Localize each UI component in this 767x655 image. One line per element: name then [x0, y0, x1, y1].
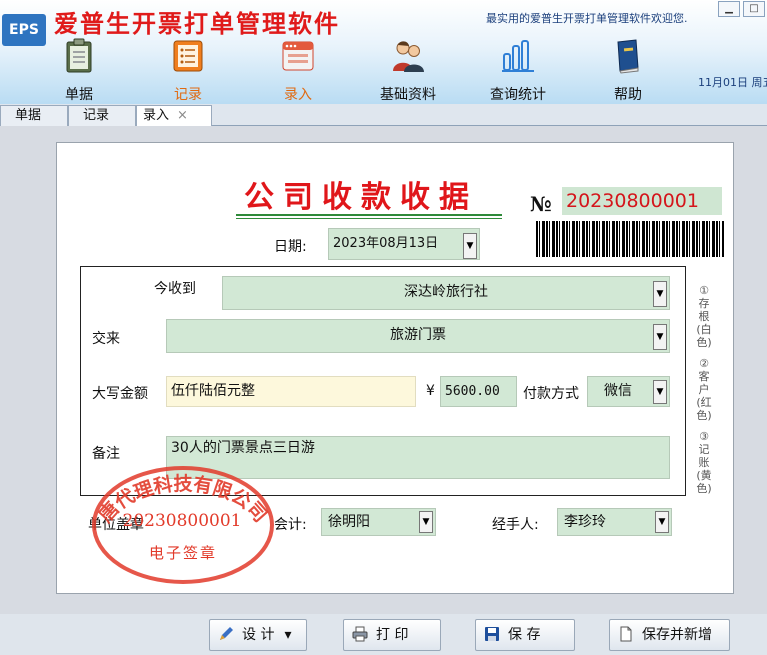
- record-list-icon: [173, 40, 203, 72]
- printer-icon: [352, 626, 368, 642]
- app-title: 爱普生开票打单管理软件: [54, 9, 340, 38]
- payer-label: 今收到: [154, 281, 196, 297]
- tab-label: 记录: [83, 108, 110, 123]
- chevron-down-icon[interactable]: ▼: [653, 281, 667, 307]
- toolbar-button-basic-data[interactable]: 基础资料: [373, 38, 443, 104]
- window-controls: ▁ □: [718, 0, 767, 18]
- toolbar-label: 基础资料: [380, 87, 436, 103]
- print-label: 打 印: [376, 627, 409, 643]
- handler-label: 经手人:: [492, 517, 539, 533]
- design-label: 设 计: [242, 627, 275, 643]
- amount-words-label: 大写金额: [92, 386, 148, 402]
- toolbar-button-help[interactable]: 帮助: [593, 38, 663, 104]
- floppy-disk-icon: [485, 627, 499, 641]
- tab-label: 录入: [143, 108, 170, 123]
- chevron-down-icon[interactable]: ▼: [655, 511, 669, 533]
- tab-label: 单据: [15, 108, 42, 123]
- chevron-down-icon[interactable]: ▼: [653, 324, 667, 350]
- currency-sign: ¥: [426, 383, 435, 399]
- toolbar-label: 记录: [174, 87, 202, 103]
- item-label: 交来: [92, 331, 120, 347]
- toolbar-button-entry[interactable]: 录入: [263, 38, 333, 104]
- copy-note-item: ①存根(白色): [696, 284, 712, 349]
- date-label: 日期:: [274, 239, 307, 255]
- toolbar-label: 单据: [65, 87, 93, 103]
- save-button[interactable]: 保 存: [475, 619, 575, 651]
- remark-label: 备注: [92, 446, 120, 462]
- handler-value: 李珍玲: [564, 514, 606, 530]
- accountant-select[interactable]: 徐明阳 ▼: [321, 508, 436, 536]
- toolbar-label: 录入: [284, 87, 312, 103]
- save-and-new-label: 保存并新增: [642, 627, 712, 643]
- toolbar-button-stats[interactable]: 查询统计: [483, 38, 553, 104]
- pay-method-select[interactable]: 微信 ▼: [587, 376, 670, 407]
- barcode: [536, 221, 724, 257]
- pay-method-value: 微信: [604, 383, 632, 399]
- item-value: 旅游门票: [390, 327, 446, 343]
- copy-note: ①存根(白色) ②客户(红色) ③记账(黄色): [696, 284, 712, 495]
- receipt-title: 公司收款收据: [244, 180, 478, 215]
- new-document-icon: [620, 626, 632, 642]
- toolbar-button-records[interactable]: 记录: [153, 38, 223, 104]
- app-logo: EPS: [2, 14, 46, 46]
- handler-select[interactable]: 李珍玲 ▼: [557, 508, 672, 536]
- date-picker[interactable]: 2023年08月13日 ▼: [328, 228, 480, 260]
- title-underline: [236, 214, 502, 216]
- amount-field[interactable]: 5600.00: [440, 376, 517, 407]
- chevron-down-icon[interactable]: ▼: [653, 380, 667, 404]
- save-label: 保 存: [508, 627, 541, 643]
- people-icon: [393, 41, 424, 72]
- title-underline: [236, 218, 502, 219]
- slogan-text: 最实用的爱普生开票打单管理软件欢迎您.: [486, 12, 688, 25]
- close-icon[interactable]: ×: [177, 108, 188, 123]
- book-icon: [617, 39, 639, 74]
- receipt-number-field[interactable]: 20230800001: [562, 187, 722, 215]
- bar-chart-icon: [502, 40, 534, 72]
- amount-words-field[interactable]: 伍仟陆佰元整: [166, 376, 416, 407]
- payer-value: 深达岭旅行社: [404, 284, 488, 300]
- electronic-seal: 唐代理科技有限公司 20230800001 电子签章: [92, 466, 274, 584]
- copy-note-item: ③记账(黄色): [696, 430, 712, 495]
- form-entry-icon: [282, 41, 314, 71]
- toolbar-label: 查询统计: [490, 87, 546, 103]
- pen-icon: [220, 627, 233, 640]
- design-button[interactable]: 设 计 ▾: [209, 619, 307, 651]
- toolbar-button-receipt[interactable]: 单据: [44, 38, 114, 104]
- chevron-down-icon: ▾: [284, 627, 292, 643]
- clipboard-icon: [66, 38, 92, 73]
- save-and-new-button[interactable]: 保存并新增: [609, 619, 730, 651]
- minimize-icon[interactable]: ▁: [718, 1, 740, 17]
- tab-receipt[interactable]: 单据: [0, 105, 68, 126]
- seal-bottom-text: 电子签章: [149, 544, 217, 562]
- payer-select[interactable]: 深达岭旅行社 ▼: [222, 276, 670, 310]
- chevron-down-icon[interactable]: ▼: [419, 511, 433, 533]
- accountant-value: 徐明阳: [328, 514, 370, 530]
- seal-number: 20230800001: [123, 511, 242, 531]
- tab-entry[interactable]: 录入 ×: [136, 105, 212, 126]
- toolbar-label: 帮助: [614, 87, 642, 103]
- date-value: 2023年08月13日: [333, 236, 439, 251]
- pay-method-label: 付款方式: [523, 386, 579, 402]
- print-button[interactable]: 打 印: [343, 619, 441, 651]
- tab-records[interactable]: 记录: [68, 105, 136, 126]
- item-select[interactable]: 旅游门票 ▼: [166, 319, 670, 353]
- chevron-down-icon[interactable]: ▼: [463, 233, 477, 259]
- maximize-icon[interactable]: □: [743, 1, 765, 17]
- copy-note-item: ②客户(红色): [696, 357, 712, 422]
- date-status: 11月01日 周五: [698, 76, 767, 89]
- accountant-label: 会计:: [274, 517, 307, 533]
- number-sign: №: [530, 192, 552, 216]
